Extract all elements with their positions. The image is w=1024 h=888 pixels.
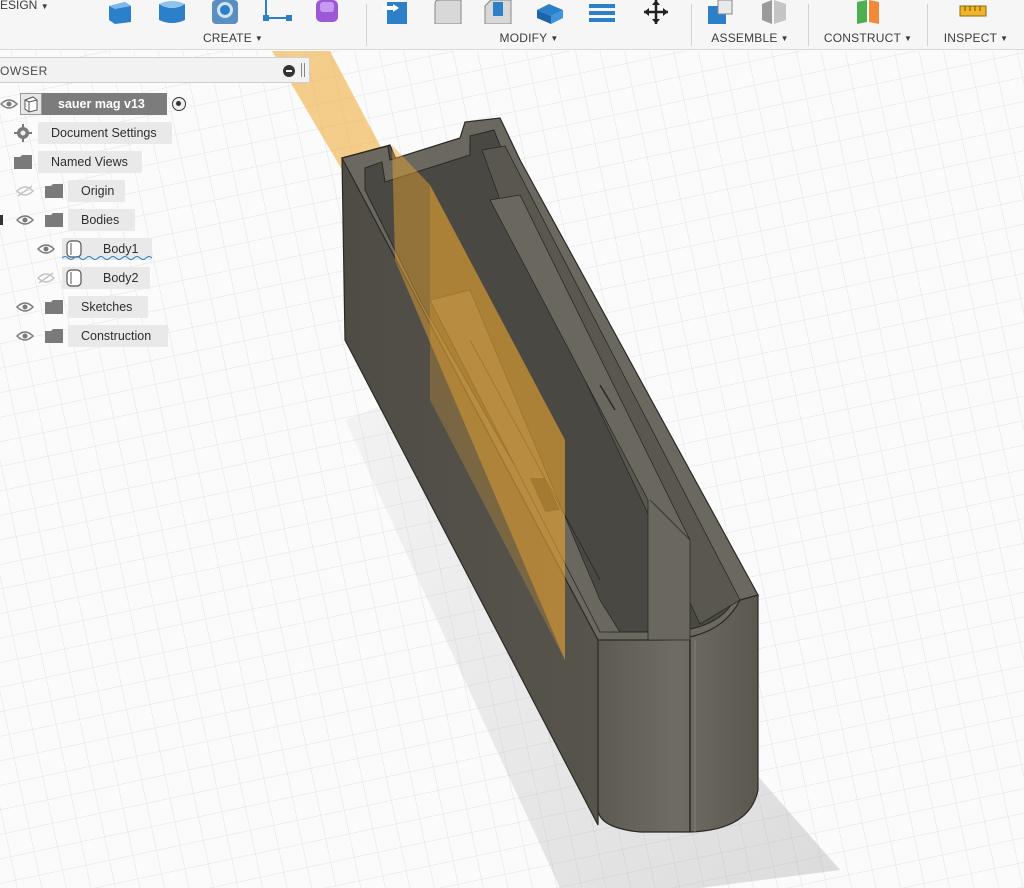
box-icon[interactable]: [105, 0, 135, 24]
eye-hidden-icon[interactable]: [16, 185, 34, 197]
chamfer-icon[interactable]: [483, 0, 513, 24]
assemble-group: ASSEMBLE ▼: [692, 0, 808, 50]
tree-item-label: Document Settings: [51, 126, 157, 140]
folder-icon: [45, 184, 63, 198]
browser-item-document-settings[interactable]: Document Settings: [0, 122, 180, 144]
construct-group: CONSTRUCT ▼: [809, 0, 927, 50]
activate-radio-icon[interactable]: [172, 97, 186, 111]
folder-icon: [45, 329, 63, 343]
chevron-down-icon: ▼: [904, 34, 913, 43]
shell-icon[interactable]: [535, 0, 565, 24]
folder-icon: [14, 155, 32, 169]
root-label: sauer mag v13: [58, 97, 145, 111]
inspect-group: INSPECT ▼: [928, 0, 1024, 50]
gear-icon: [14, 124, 32, 142]
fillet-icon[interactable]: [433, 0, 463, 24]
browser-item-origin[interactable]: Origin: [0, 180, 140, 202]
toolbar: ESIGN ▼ CREATE ▼ MODIFY ▼ ASSEMBLE ▼ CON…: [0, 0, 1024, 50]
split-body-icon[interactable]: [587, 0, 617, 24]
construct-menu[interactable]: CONSTRUCT ▼: [809, 31, 927, 45]
browser-item-bodies[interactable]: Bodies: [0, 209, 140, 231]
create-menu[interactable]: CREATE ▼: [100, 31, 366, 45]
tree-item-label: Body1: [103, 242, 139, 256]
chevron-down-icon: ▼: [550, 34, 559, 43]
tree-item-label: Named Views: [51, 155, 128, 169]
model-canvas[interactable]: [0, 51, 1024, 888]
eye-icon[interactable]: [37, 243, 55, 255]
chevron-down-icon: ▼: [1000, 34, 1009, 43]
form-icon[interactable]: [312, 0, 342, 24]
component-icon: [20, 93, 42, 115]
eye-icon[interactable]: [16, 301, 34, 313]
create-group: CREATE ▼: [100, 0, 366, 50]
body-icon: [66, 269, 82, 287]
warning-underline: [62, 256, 152, 260]
tree-item-label: Body2: [103, 271, 139, 285]
measure-icon[interactable]: [958, 0, 988, 24]
chevron-down-icon: ▼: [254, 34, 264, 43]
inspect-menu[interactable]: INSPECT ▼: [928, 31, 1024, 45]
pin-icon[interactable]: [301, 63, 305, 77]
tree-item-label: Construction: [81, 329, 152, 343]
browser-item-sketches[interactable]: Sketches: [0, 296, 160, 318]
revolve-icon[interactable]: [210, 0, 240, 24]
joint-icon[interactable]: [758, 0, 788, 24]
press-pull-icon[interactable]: [381, 0, 411, 24]
browser-item-named-views[interactable]: Named Views: [0, 151, 160, 173]
browser-root-item[interactable]: sauer mag v13: [0, 93, 200, 115]
offset-plane-icon[interactable]: [853, 0, 883, 24]
move-icon[interactable]: [641, 0, 671, 24]
sweep-icon[interactable]: [262, 0, 292, 24]
eye-icon[interactable]: [16, 330, 34, 342]
eye-icon[interactable]: [0, 98, 18, 110]
browser-panel-header: OWSER: [0, 57, 310, 83]
modify-group: MODIFY ▼: [367, 0, 691, 50]
extrude-icon[interactable]: [157, 0, 187, 24]
modify-menu[interactable]: MODIFY ▼: [367, 31, 691, 45]
collapse-icon[interactable]: [283, 65, 295, 77]
assemble-menu[interactable]: ASSEMBLE ▼: [692, 31, 808, 45]
tree-item-label: Bodies: [81, 213, 120, 227]
browser-item-body2[interactable]: Body2: [0, 267, 160, 289]
eye-icon[interactable]: [16, 214, 34, 226]
eye-hidden-icon[interactable]: [37, 272, 55, 284]
workspace-switcher[interactable]: ESIGN ▼: [0, 0, 49, 12]
browser-item-construction[interactable]: Construction: [0, 325, 180, 347]
expand-toggle[interactable]: [0, 215, 3, 225]
canvas-viewport[interactable]: [0, 51, 1024, 888]
folder-icon: [45, 213, 63, 227]
folder-icon: [45, 300, 63, 314]
tree-item-label: Origin: [81, 184, 115, 198]
new-component-icon[interactable]: [704, 0, 734, 24]
chevron-down-icon: ▼: [780, 34, 789, 43]
browser-title: OWSER: [0, 64, 48, 78]
browser-item-body1[interactable]: Body1: [0, 238, 160, 260]
tree-item-label: Sketches: [81, 300, 133, 314]
